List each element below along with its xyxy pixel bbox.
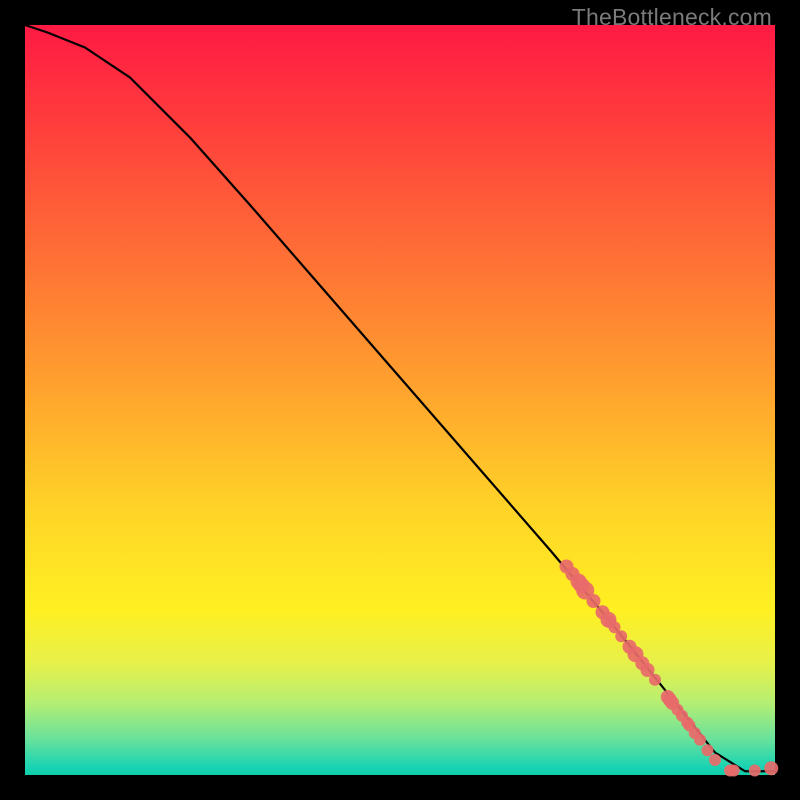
curve-line	[25, 25, 775, 771]
watermark-text: TheBottleneck.com	[572, 4, 772, 31]
scatter-point	[615, 630, 627, 642]
scatter-point	[587, 594, 601, 608]
scatter-point	[764, 761, 778, 775]
scatter-point	[749, 765, 761, 777]
scatter-point	[702, 744, 714, 756]
chart-stage: TheBottleneck.com	[0, 0, 800, 800]
scatter-points	[560, 560, 779, 777]
scatter-point	[709, 754, 721, 766]
chart-overlay	[25, 25, 775, 775]
scatter-point	[649, 674, 661, 686]
scatter-point	[728, 765, 740, 777]
scatter-point	[694, 734, 706, 746]
plot-area	[25, 25, 775, 775]
